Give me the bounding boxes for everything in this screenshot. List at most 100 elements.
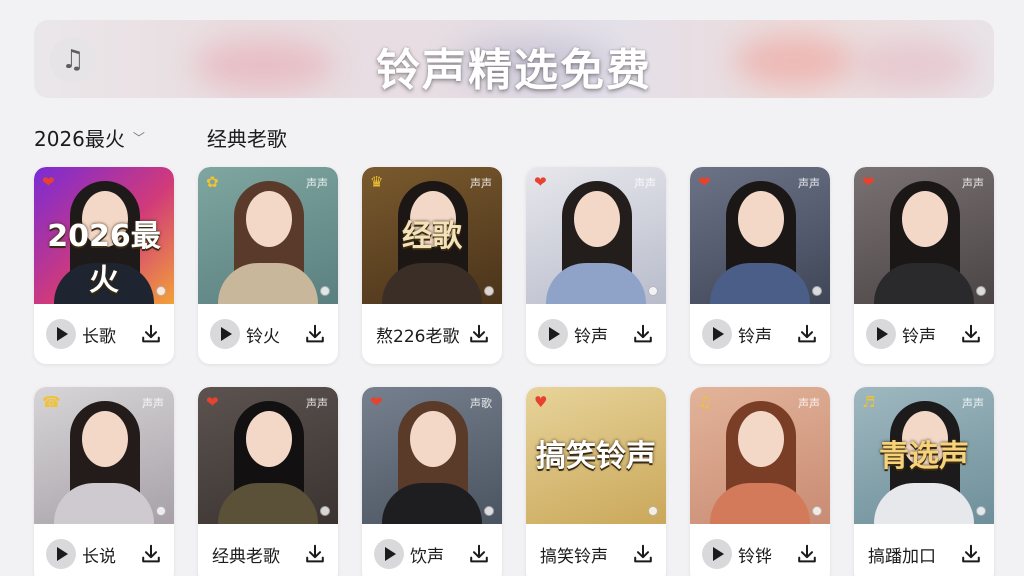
corner-badge-icon: ❤ <box>534 173 547 191</box>
ringtone-cover-image[interactable]: ❤ 声歌 <box>362 387 502 524</box>
cover-title-text: 搞笑铃声 <box>536 439 656 474</box>
ringtone-card[interactable]: ❤ 声声经典老歌 <box>198 387 338 576</box>
ringtone-title: 经典老歌 <box>212 546 280 567</box>
card-action-bar: 铃声 <box>690 304 830 364</box>
ringtone-cover-image[interactable]: ♛ 声声 经歌 <box>362 167 502 304</box>
play-icon[interactable] <box>210 319 240 349</box>
cover-corner-icon <box>156 506 166 516</box>
cover-corner-icon <box>648 286 658 296</box>
ringtone-cover-image[interactable]: ♥ 搞笑铃声 <box>526 387 666 524</box>
download-icon[interactable] <box>632 323 654 345</box>
ringtone-title: 铃声 <box>738 326 772 347</box>
card-action-bar: 铃铧 <box>690 524 830 576</box>
ringtone-cover-image[interactable]: ❤ 2026最火 <box>34 167 174 304</box>
ringtone-card[interactable]: ❤ 声歌 饮声 <box>362 387 502 576</box>
cover-watermark-text: 声声 <box>306 397 328 410</box>
cover-watermark-text: 声声 <box>306 177 328 190</box>
download-icon[interactable] <box>468 543 490 565</box>
corner-badge-icon: ♬ <box>862 393 876 411</box>
card-action-bar: 铃声 <box>526 304 666 364</box>
ringtone-title: 熬226老歌 <box>376 326 460 347</box>
ringtone-title: 铃铧 <box>738 546 772 567</box>
corner-badge-icon: ♛ <box>370 173 384 191</box>
ringtone-card[interactable]: ☎ 声声长说 <box>34 387 174 576</box>
download-icon[interactable] <box>304 323 326 345</box>
corner-badge-icon: ♥ <box>534 393 548 411</box>
tab-classic-oldies[interactable]: 经典老歌 <box>207 123 287 152</box>
download-icon[interactable] <box>796 543 818 565</box>
tab-2026-hot[interactable]: 2026最火 ﹀ <box>34 123 145 152</box>
download-icon[interactable] <box>960 543 982 565</box>
ringtone-cover-image[interactable]: ❤ 声声 <box>690 167 830 304</box>
cover-watermark-text: 声声 <box>962 177 984 190</box>
portrait-face <box>738 411 784 467</box>
download-icon[interactable] <box>304 543 326 565</box>
play-icon[interactable] <box>374 539 404 569</box>
cover-watermark-text: 声歌 <box>470 397 492 410</box>
cover-title-text: 青选声 <box>879 439 969 474</box>
cover-watermark-text: 声声 <box>142 397 164 410</box>
card-action-bar: 饮声 <box>362 524 502 576</box>
ringtone-card[interactable]: ❤ 声声 铃声 <box>854 167 994 364</box>
cover-corner-icon <box>812 286 822 296</box>
cover-watermark-text: 声声 <box>470 177 492 190</box>
tab-label: 经典老歌 <box>206 126 287 151</box>
card-action-bar: 经典老歌 <box>198 524 338 576</box>
ringtone-cover-image[interactable]: ❤ 声声 <box>198 387 338 524</box>
download-icon[interactable] <box>632 543 654 565</box>
ringtone-cover-image[interactable]: ☎ 声声 <box>34 387 174 524</box>
portrait-face <box>410 411 456 467</box>
card-action-bar: 长歌 <box>34 304 174 364</box>
page-title: 铃声精选免费 <box>376 45 652 96</box>
download-icon[interactable] <box>468 323 490 345</box>
play-icon[interactable] <box>538 319 568 349</box>
ringtone-cover-image[interactable]: ♬ 声声 青选声 <box>854 387 994 524</box>
play-icon[interactable] <box>46 319 76 349</box>
play-icon[interactable] <box>46 539 76 569</box>
card-action-bar: 搞蹯加口 <box>854 524 994 576</box>
card-action-bar: 长说 <box>34 524 174 576</box>
portrait-face <box>574 191 620 247</box>
play-icon[interactable] <box>702 319 732 349</box>
ringtone-cover-image[interactable]: ❤ 声声 <box>526 167 666 304</box>
download-icon[interactable] <box>796 323 818 345</box>
corner-badge-icon: ☎ <box>42 393 61 411</box>
chevron-down-icon: ﹀ <box>132 130 145 145</box>
portrait-face <box>738 191 784 247</box>
portrait-face <box>246 411 292 467</box>
cover-corner-icon <box>320 506 330 516</box>
card-action-bar: 铃火 <box>198 304 338 364</box>
ringtone-cover-image[interactable]: ✿ 声声 <box>198 167 338 304</box>
tab-label: 2026最火 <box>34 126 125 151</box>
play-icon[interactable] <box>866 319 896 349</box>
ringtone-card[interactable]: ❤ 声声铃声 <box>690 167 830 364</box>
cover-corner-icon <box>484 506 494 516</box>
cover-corner-icon <box>156 286 166 296</box>
ringtone-card[interactable]: ♫ 声声铃铧 <box>690 387 830 576</box>
ringtone-card[interactable]: ❤ 声声 铃声 <box>526 167 666 364</box>
cover-watermark-text: 声声 <box>798 177 820 190</box>
download-icon[interactable] <box>960 323 982 345</box>
cover-title-text: 2026最火 <box>47 219 161 298</box>
header-banner: ♫ 铃声精选免费 <box>34 20 994 98</box>
cover-corner-icon <box>484 286 494 296</box>
ringtone-title: 铃火 <box>246 326 280 347</box>
ringtone-card[interactable]: ✿ 声声铃火 <box>198 167 338 364</box>
ringtone-grid: ❤ 2026最火 长歌 ✿ 声声 铃火 ♛ 声声 经歌 熬226老歌 ❤ 声声 铃声 ❤ 声声 铃声 ❤ 声声 铃声… <box>34 167 994 576</box>
cover-corner-icon <box>648 506 658 516</box>
corner-badge-icon: ♫ <box>698 393 712 411</box>
ringtone-cover-image[interactable]: ♫ 声声 <box>690 387 830 524</box>
download-icon[interactable] <box>140 323 162 345</box>
ringtone-cover-image[interactable]: ❤ 声声 <box>854 167 994 304</box>
portrait-face <box>902 191 948 247</box>
download-icon[interactable] <box>140 543 162 565</box>
ringtone-card[interactable]: ♬ 声声 青选声 搞蹯加口 <box>854 387 994 576</box>
ringtone-card[interactable]: ❤ 2026最火长歌 <box>34 167 174 364</box>
cover-corner-icon <box>976 506 986 516</box>
play-icon[interactable] <box>702 539 732 569</box>
ringtone-title: 长歌 <box>82 326 116 347</box>
portrait-face <box>82 411 128 467</box>
ringtone-card[interactable]: ♛ 声声 经歌 熬226老歌 <box>362 167 502 364</box>
cover-corner-icon <box>320 286 330 296</box>
ringtone-card[interactable]: ♥ 搞笑铃声 搞笑铃声 <box>526 387 666 576</box>
